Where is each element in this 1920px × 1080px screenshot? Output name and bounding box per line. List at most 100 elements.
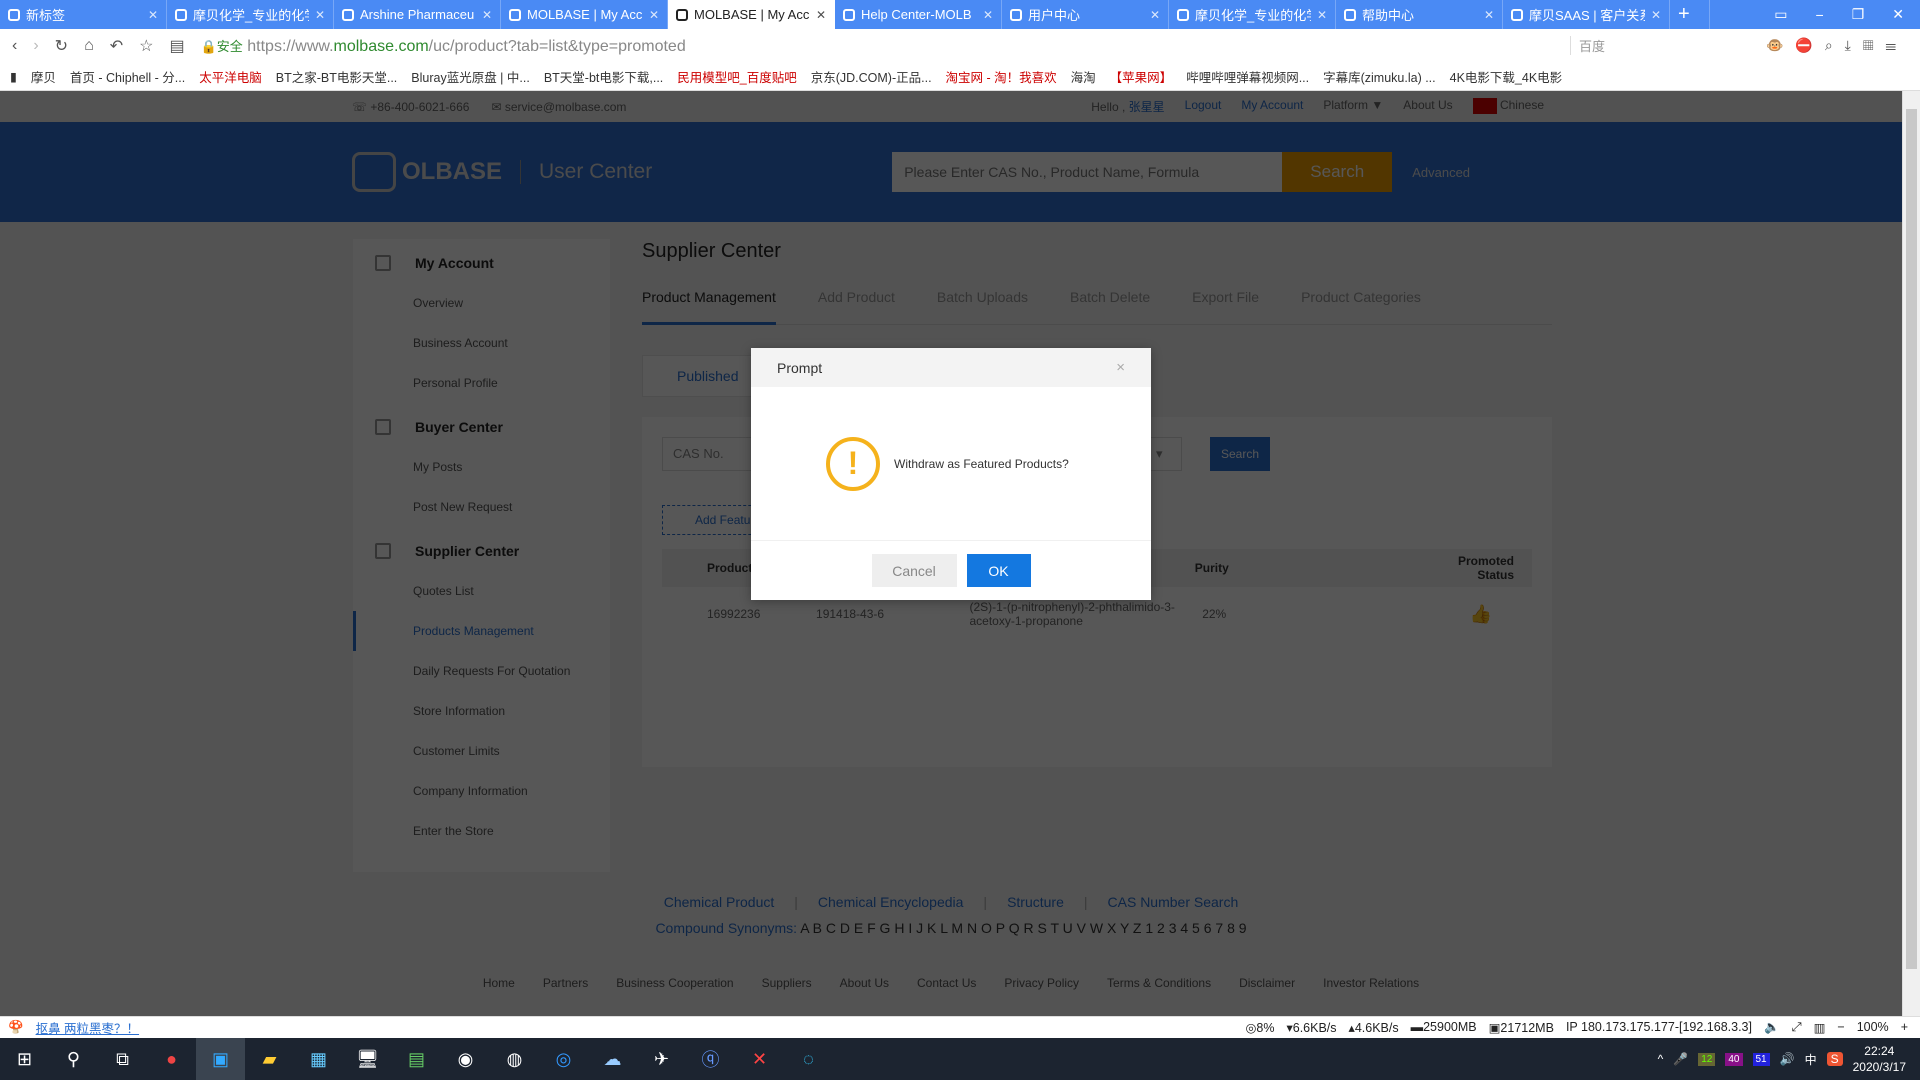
tab-close-icon[interactable]: ✕ <box>1150 8 1160 22</box>
sidebar-item[interactable]: Overview <box>353 283 610 323</box>
bookmark[interactable]: 【苹果网】 <box>1110 67 1173 86</box>
bookmark[interactable]: Bluray蓝光原盘 | 中... <box>411 67 530 86</box>
back-icon[interactable]: ‹ <box>12 37 17 55</box>
forward-icon[interactable]: › <box>33 37 38 55</box>
sidebar-item[interactable]: Personal Profile <box>353 363 610 403</box>
sidebar-item[interactable]: My Posts <box>353 447 610 487</box>
footer-bottom-link[interactable]: Home <box>483 976 515 990</box>
undo-icon[interactable]: ↶ <box>110 36 123 56</box>
browser-tab[interactable]: MOLBASE | My Acc ✕ <box>668 0 835 29</box>
file-explorer-icon[interactable]: ▰ <box>245 1038 294 1080</box>
uplay-icon[interactable]: ◎ <box>539 1038 588 1080</box>
close-window-button[interactable]: ✕ <box>1892 6 1904 23</box>
browser-tab[interactable]: 摩贝SAAS | 客户关系 ✕ <box>1503 0 1670 29</box>
task-view-icon[interactable]: ⧉ <box>98 1038 147 1080</box>
tab-close-icon[interactable]: ✕ <box>482 8 492 22</box>
home-icon[interactable]: ⌂ <box>84 37 94 55</box>
username-link[interactable]: 张星星 <box>1129 100 1165 114</box>
footer-bottom-link[interactable]: Contact Us <box>917 976 976 990</box>
cloud-icon[interactable]: ☁ <box>588 1038 637 1080</box>
bookmark[interactable]: BT天堂-bt电影下载,... <box>544 67 663 86</box>
url-field[interactable]: 🔒安全 https://www.molbase.com/uc/product?t… <box>201 36 686 56</box>
browser-tab[interactable]: 摩贝化学_专业的化学 ✕ <box>1169 0 1336 29</box>
windows-start-icon[interactable]: ⊞ <box>0 1038 49 1080</box>
tab-close-icon[interactable]: ✕ <box>983 8 993 22</box>
footer-link[interactable]: Structure <box>1007 894 1064 910</box>
language-switch[interactable]: Chinese <box>1472 98 1544 115</box>
control-panel-icon[interactable]: ▦ <box>294 1038 343 1080</box>
volume-icon[interactable]: 🔈 <box>1764 1020 1780 1035</box>
footer-bottom-link[interactable]: About Us <box>840 976 889 990</box>
bookmark[interactable]: 首页 - Chiphell - 分... <box>70 67 185 86</box>
qbittorrent-icon[interactable]: ⓠ <box>686 1038 735 1080</box>
microphone-icon[interactable]: 🎤 <box>1673 1052 1688 1066</box>
star-icon[interactable]: ☆ <box>139 36 153 56</box>
my-account-link[interactable]: My Account <box>1241 98 1303 115</box>
reader-icon[interactable]: ▤ <box>169 36 184 56</box>
tray-badge[interactable]: 51 <box>1752 1052 1770 1066</box>
footer-bottom-link[interactable]: Suppliers <box>762 976 812 990</box>
tray-badge[interactable]: 12 <box>1698 1052 1716 1066</box>
ip-address[interactable]: IP 180.173.175.177-[192.168.3.3] <box>1566 1020 1752 1035</box>
clock[interactable]: 22:24 2020/3/17 <box>1853 1043 1906 1075</box>
chrome-icon[interactable]: ● <box>147 1038 196 1080</box>
tab-close-icon[interactable]: ✕ <box>315 8 325 22</box>
bookmark[interactable]: 京东(JD.COM)-正品... <box>811 67 932 86</box>
molbase-logo[interactable]: OLBASE <box>352 152 502 192</box>
logout-link[interactable]: Logout <box>1185 98 1222 115</box>
feishu-icon[interactable]: ✈ <box>637 1038 686 1080</box>
hardware-icon[interactable]: ▤ <box>392 1038 441 1080</box>
bookmark[interactable]: 太平洋电脑 <box>199 67 262 86</box>
footer-bottom-link[interactable]: Disclaimer <box>1239 976 1295 990</box>
tray-expand-icon[interactable]: ^ <box>1658 1052 1664 1066</box>
sidebar-item[interactable]: Company Information <box>353 771 610 811</box>
scrollbar-thumb[interactable] <box>1906 109 1917 969</box>
split-icon[interactable]: ▥ <box>1814 1020 1826 1035</box>
advanced-search-link[interactable]: Advanced <box>1412 165 1470 180</box>
cancel-button[interactable]: Cancel <box>871 554 957 587</box>
computer-icon[interactable]: 🖥 <box>343 1038 392 1080</box>
browser-tab[interactable]: 新标签 ✕ <box>0 0 167 29</box>
footer-bottom-link[interactable]: Privacy Policy <box>1004 976 1079 990</box>
sidebar-item[interactable]: Customer Limits <box>353 731 610 771</box>
bookmark[interactable]: 摩贝 <box>31 67 56 86</box>
sidebar-item[interactable]: Enter the Store <box>353 811 610 851</box>
search-icon[interactable]: ⚲ <box>49 1038 98 1080</box>
close-icon[interactable]: × <box>1116 359 1125 376</box>
bookmark[interactable]: 淘宝网 - 淘！我喜欢 <box>946 67 1057 86</box>
browser-tab[interactable]: 摩贝化学_专业的化学 ✕ <box>167 0 334 29</box>
app-icon[interactable]: ◍ <box>490 1038 539 1080</box>
header-search-button[interactable]: Search <box>1282 152 1393 192</box>
tab-close-icon[interactable]: ✕ <box>649 8 659 22</box>
sidebar-item[interactable]: Products Management <box>353 611 610 651</box>
bookmark[interactable]: 字幕库(zimuku.la) ... <box>1323 67 1436 86</box>
footer-bottom-link[interactable]: Terms & Conditions <box>1107 976 1211 990</box>
extension-icons[interactable]: 🐵⛔⌕⤓▦☰ <box>1766 37 1908 54</box>
sidebar-toggle-icon[interactable]: ▭ <box>1774 6 1787 23</box>
zoom-in-button[interactable]: + <box>1901 1020 1908 1035</box>
footer-bottom-link[interactable]: Business Cooperation <box>616 976 733 990</box>
browser-tab[interactable]: 帮助中心 ✕ <box>1336 0 1503 29</box>
footer-bottom-link[interactable]: Partners <box>543 976 588 990</box>
steam-icon[interactable]: ◉ <box>441 1038 490 1080</box>
fullscreen-icon[interactable]: ⤢ <box>1792 1020 1802 1035</box>
tab-close-icon[interactable]: ✕ <box>148 8 158 22</box>
sidebar-item[interactable]: Quotes List <box>353 571 610 611</box>
footer-link[interactable]: CAS Number Search <box>1108 894 1239 910</box>
platform-dropdown[interactable]: Platform ▼ <box>1323 98 1383 115</box>
reload-icon[interactable]: ↻ <box>55 36 68 56</box>
tray-badge[interactable]: 40 <box>1725 1052 1743 1066</box>
tab-batch-delete[interactable]: Batch Delete <box>1070 289 1150 325</box>
news-link[interactable]: 抠鼻 两粒黑枣？！ <box>36 1018 139 1037</box>
page-scrollbar[interactable] <box>1902 91 1920 1016</box>
footer-link[interactable]: Chemical Encyclopedia <box>818 894 964 910</box>
browser-tab[interactable]: Help Center-MOLB ✕ <box>835 0 1002 29</box>
bookmark[interactable]: 民用模型吧_百度贴吧 <box>677 67 796 86</box>
tab-add-product[interactable]: Add Product <box>818 289 895 325</box>
zoom-out-button[interactable]: − <box>1837 1020 1844 1035</box>
bookmarks-panel-icon[interactable]: ▮ <box>10 69 17 84</box>
sidebar-item[interactable]: Store Information <box>353 691 610 731</box>
tab-export-file[interactable]: Export File <box>1192 289 1259 325</box>
maxthon-icon[interactable]: ▣ <box>196 1038 245 1080</box>
tab-batch-uploads[interactable]: Batch Uploads <box>937 289 1028 325</box>
